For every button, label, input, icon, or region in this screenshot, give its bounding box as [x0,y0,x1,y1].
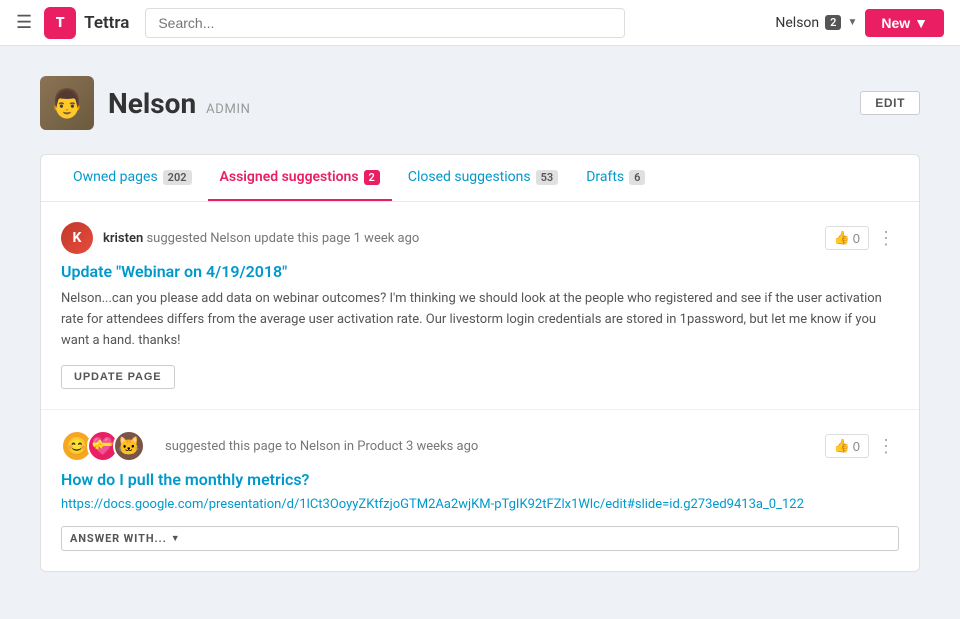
suggestion-meta: suggested this page to Nelson in Product… [165,439,825,454]
suggestion-actions: 👍 0 ⋮ [825,226,899,251]
chevron-down-icon: ▼ [914,15,928,31]
search-input[interactable] [145,8,625,38]
more-options-button[interactable]: ⋮ [873,226,899,251]
hamburger-icon[interactable]: ☰ [16,12,32,33]
tab-label: Assigned suggestions [220,169,359,185]
answer-with-dropdown[interactable]: ANSWER WITH... ▼ [61,526,899,551]
logo-icon: T [44,7,76,39]
tab-label: Drafts [586,169,624,185]
tabs-bar: Owned pages 202 Assigned suggestions 2 C… [41,155,919,202]
chevron-down-icon: ▼ [847,17,857,28]
suggestion-link: https://docs.google.com/presentation/d/1… [61,497,899,512]
suggestion-link-anchor[interactable]: https://docs.google.com/presentation/d/1… [61,497,804,512]
tab-badge: 2 [364,170,380,185]
chevron-down-icon: ▼ [171,533,181,544]
nav-right: Nelson 2 ▼ New ▼ [775,9,944,37]
tab-badge: 202 [163,170,192,185]
avatar: K [61,222,93,254]
app-name: Tettra [84,13,129,33]
notification-badge: 2 [825,15,841,30]
answer-with-label: ANSWER WITH... [70,532,167,545]
avatar: 🐱 [113,430,145,462]
like-button[interactable]: 👍 0 [825,434,869,458]
avatar: 👨 [40,76,94,130]
profile-header: 👨 Nelson ADMIN EDIT [40,76,920,130]
tab-drafts[interactable]: Drafts 6 [574,155,657,201]
suggestion-header: 😊 💝 🐱 suggested this page to Nelson in P… [61,430,899,462]
tab-owned-pages[interactable]: Owned pages 202 [61,155,204,201]
like-count: 0 [853,439,860,454]
tab-badge: 53 [536,170,559,185]
suggestion-item: K kristen suggested Nelson update this p… [41,202,919,410]
suggestion-body: Nelson...can you please add data on webi… [61,289,899,351]
suggestion-header: K kristen suggested Nelson update this p… [61,222,899,254]
avatar-group: 😊 💝 🐱 [61,430,155,462]
update-page-button[interactable]: UPDATE PAGE [61,365,175,389]
tab-badge: 6 [629,170,645,185]
user-name: Nelson [775,15,819,31]
main-card: Owned pages 202 Assigned suggestions 2 C… [40,154,920,572]
tab-label: Owned pages [73,169,158,185]
suggestion-item: 😊 💝 🐱 suggested this page to Nelson in P… [41,410,919,571]
author-name: kristen [103,231,143,246]
meta-text: suggested this page to Nelson in Product… [165,439,478,454]
tab-assigned-suggestions[interactable]: Assigned suggestions 2 [208,155,392,201]
page-content: 👨 Nelson ADMIN EDIT Owned pages 202 Assi… [0,46,960,602]
profile-role: ADMIN [206,102,250,117]
thumbs-up-icon: 👍 [834,230,850,246]
suggestion-title[interactable]: Update "Webinar on 4/19/2018" [61,262,899,281]
like-count: 0 [853,231,860,246]
profile-info: Nelson ADMIN [108,87,251,120]
meta-text: suggested Nelson update this page 1 week… [146,231,419,246]
search-container [145,8,625,38]
navbar: ☰ T Tettra Nelson 2 ▼ New ▼ [0,0,960,46]
thumbs-up-icon: 👍 [834,438,850,454]
new-button[interactable]: New ▼ [865,9,944,37]
user-menu[interactable]: Nelson 2 ▼ [775,15,857,31]
like-button[interactable]: 👍 0 [825,226,869,250]
avatar-image: 👨 [40,76,94,130]
suggestion-actions: 👍 0 ⋮ [825,434,899,459]
more-options-button[interactable]: ⋮ [873,434,899,459]
tab-closed-suggestions[interactable]: Closed suggestions 53 [396,155,570,201]
profile-name: Nelson [108,87,196,120]
suggestion-title[interactable]: How do I pull the monthly metrics? [61,470,899,489]
app-logo[interactable]: T Tettra [44,7,129,39]
edit-button[interactable]: EDIT [860,91,920,115]
tab-label: Closed suggestions [408,169,531,185]
suggestion-meta: kristen suggested Nelson update this pag… [103,231,825,246]
